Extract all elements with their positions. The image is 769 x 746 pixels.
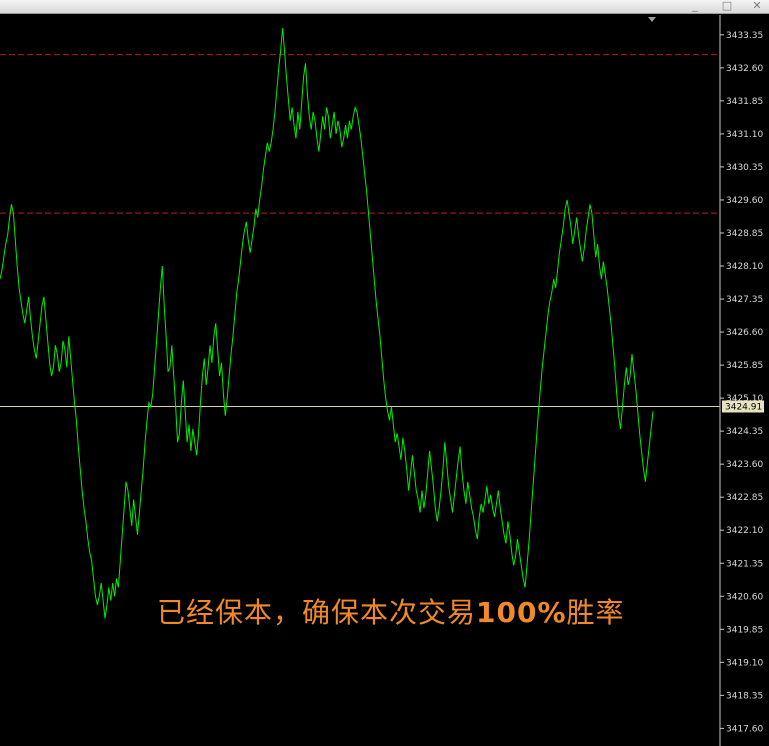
annotation-text: 已经保本，确保本次交易100%胜率	[157, 596, 625, 629]
y-tick-label: 3422.85	[726, 493, 763, 503]
y-tick-label: 3421.35	[726, 559, 763, 569]
annotation-part-c: 胜率	[567, 596, 625, 629]
annotation-part-a: 已经保本，确保本次交易	[157, 596, 476, 629]
chart-shift-marker[interactable]	[648, 17, 656, 22]
y-tick-label: 3429.60	[726, 196, 763, 206]
y-tick-label: 3417.60	[726, 724, 763, 734]
y-tick-label: 3431.10	[726, 130, 763, 140]
price-chart: 3433.35 3432.60 3431.85 3431.10 3430.35 3429.…	[0, 15, 764, 746]
y-tick-label: 3433.35	[726, 31, 763, 41]
price-line	[0, 28, 654, 619]
y-tick-label: 3426.60	[726, 328, 763, 338]
y-tick-label: 3419.85	[726, 625, 763, 635]
y-tick-label: 3420.60	[726, 592, 763, 602]
price-axis: 3433.35 3432.60 3431.85 3431.10 3430.35 3429.…	[719, 15, 764, 746]
y-tick-label: 3428.10	[726, 262, 763, 272]
horizontal-levels	[0, 54, 720, 407]
annotation-part-b: 100%	[476, 596, 567, 629]
y-tick-label: 3428.85	[726, 229, 763, 239]
y-tick-label: 3425.85	[726, 361, 763, 371]
y-tick-label: 3422.10	[726, 526, 763, 536]
y-tick-label: 3423.60	[726, 460, 763, 470]
y-tick-label: 3424.35	[726, 427, 763, 437]
y-tick-label: 3419.10	[726, 658, 763, 668]
y-tick-label: 3431.85	[726, 97, 763, 107]
y-tick-label: 3427.35	[726, 295, 763, 305]
current-price-label: 3424.91	[725, 402, 762, 412]
y-tick-label: 3418.35	[726, 691, 763, 701]
y-tick-label: 3432.60	[726, 64, 763, 74]
y-tick-label: 3430.35	[726, 163, 763, 173]
